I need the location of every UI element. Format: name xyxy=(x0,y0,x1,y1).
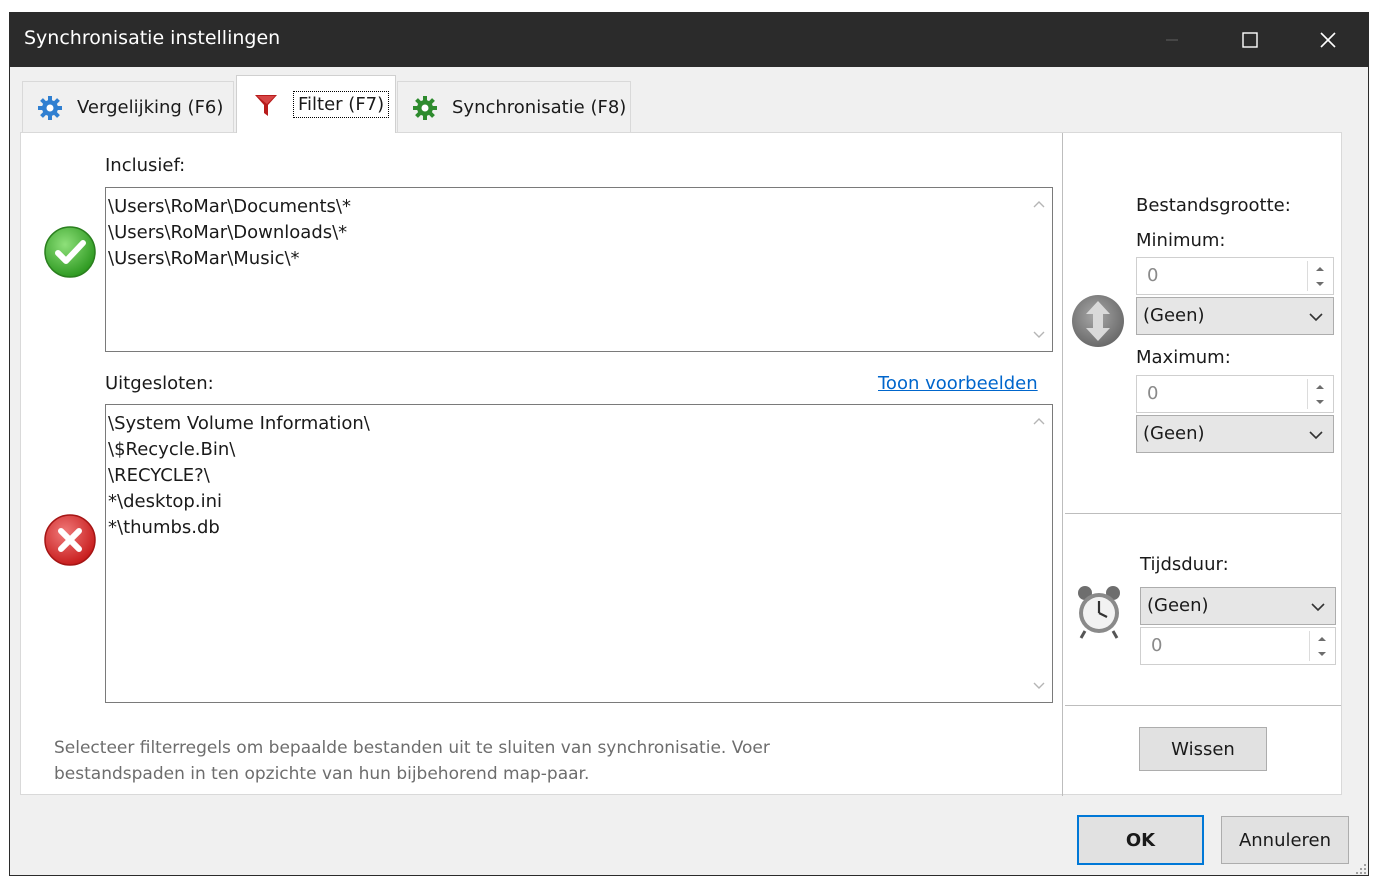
spin-up-icon[interactable] xyxy=(1317,636,1327,642)
scroll-down-icon[interactable] xyxy=(1026,674,1052,698)
spinner-arrows[interactable] xyxy=(1309,631,1333,661)
maximum-label: Maximum: xyxy=(1136,347,1231,368)
spin-up-icon[interactable] xyxy=(1315,384,1325,390)
minimum-size-spinner[interactable]: 0 xyxy=(1136,257,1334,295)
resize-grip-icon[interactable] xyxy=(1355,863,1367,875)
settings-dialog: Synchronisatie instellingen Vergelijking… xyxy=(9,12,1369,876)
spinner-arrows[interactable] xyxy=(1307,261,1331,291)
size-updown-icon xyxy=(1070,293,1126,354)
minimum-label: Minimum: xyxy=(1136,230,1226,251)
spin-down-icon[interactable] xyxy=(1315,399,1325,405)
tab-synchronization-label: Synchronisatie (F8) xyxy=(452,97,627,118)
maximum-unit-value: (Geen) xyxy=(1143,423,1205,444)
time-span-number: 0 xyxy=(1151,635,1163,656)
spin-down-icon[interactable] xyxy=(1315,281,1325,287)
alarm-clock-icon xyxy=(1075,583,1123,646)
ok-button[interactable]: OK xyxy=(1077,815,1204,865)
maximum-size-spinner[interactable]: 0 xyxy=(1136,375,1334,413)
time-span-value: (Geen) xyxy=(1147,595,1209,616)
maximum-size-value: 0 xyxy=(1147,383,1159,404)
scroll-up-icon[interactable] xyxy=(1026,409,1052,433)
close-button[interactable] xyxy=(1289,13,1367,67)
cancel-button[interactable]: Annuleren xyxy=(1221,816,1349,864)
maximize-button[interactable] xyxy=(1211,13,1289,67)
exclude-x-icon xyxy=(43,513,97,572)
minimum-unit-value: (Geen) xyxy=(1143,305,1205,326)
minimize-icon xyxy=(1166,39,1178,41)
spinner-arrows[interactable] xyxy=(1307,379,1331,409)
show-examples-link[interactable]: Toon voorbeelden xyxy=(878,373,1038,394)
exclude-textarea[interactable]: \System Volume Information\ \$Recycle.Bi… xyxy=(105,404,1053,703)
size-time-divider xyxy=(1065,513,1341,514)
gear-icon xyxy=(37,95,63,121)
tab-comparison[interactable]: Vergelijking (F6) xyxy=(22,81,234,133)
maximize-icon xyxy=(1242,32,1258,48)
include-check-icon xyxy=(43,225,97,284)
filter-panel: Inclusief: \Users\RoMar\Documents\* \Use… xyxy=(20,132,1342,796)
spin-down-icon[interactable] xyxy=(1317,651,1327,657)
scroll-up-icon[interactable] xyxy=(1026,192,1052,216)
tab-comparison-label: Vergelijking (F6) xyxy=(77,97,224,118)
window-title: Synchronisatie instellingen xyxy=(24,27,281,49)
vertical-divider xyxy=(1062,133,1063,796)
exclude-scrollbar[interactable] xyxy=(1026,405,1052,702)
tab-filter[interactable]: Filter (F7) xyxy=(236,75,396,133)
exclude-label: Uitgesloten: xyxy=(105,373,214,394)
file-size-label: Bestandsgrootte: xyxy=(1136,195,1291,216)
minimum-size-value: 0 xyxy=(1147,265,1159,286)
include-textarea[interactable]: \Users\RoMar\Documents\* \Users\RoMar\Do… xyxy=(105,187,1053,352)
include-lines: \Users\RoMar\Documents\* \Users\RoMar\Do… xyxy=(108,196,351,269)
include-label: Inclusief: xyxy=(105,155,186,176)
include-scrollbar[interactable] xyxy=(1026,188,1052,351)
filter-funnel-icon xyxy=(253,92,279,118)
exclude-lines: \System Volume Information\ \$Recycle.Bi… xyxy=(108,413,370,538)
close-icon xyxy=(1320,32,1336,48)
scroll-down-icon[interactable] xyxy=(1026,323,1052,347)
time-span-spinner[interactable]: 0 xyxy=(1140,627,1336,665)
filter-hint-text: Selecteer filterregels om bepaalde besta… xyxy=(54,738,770,784)
clear-button[interactable]: Wissen xyxy=(1139,727,1267,771)
maximum-unit-select[interactable]: (Geen) xyxy=(1136,415,1334,453)
spin-up-icon[interactable] xyxy=(1315,266,1325,272)
minimize-button[interactable] xyxy=(1133,13,1211,67)
chevron-down-icon xyxy=(1309,431,1323,440)
title-bar: Synchronisatie instellingen xyxy=(10,13,1368,67)
tab-synchronization[interactable]: Synchronisatie (F8) xyxy=(397,81,631,133)
tab-filter-label: Filter (F7) xyxy=(293,91,390,118)
time-span-label: Tijdsduur: xyxy=(1140,554,1229,575)
chevron-down-icon xyxy=(1311,603,1325,612)
time-clear-divider xyxy=(1065,705,1341,706)
green-gear-icon xyxy=(412,95,438,121)
minimum-unit-select[interactable]: (Geen) xyxy=(1136,297,1334,335)
chevron-down-icon xyxy=(1309,313,1323,322)
time-span-select[interactable]: (Geen) xyxy=(1140,587,1336,625)
